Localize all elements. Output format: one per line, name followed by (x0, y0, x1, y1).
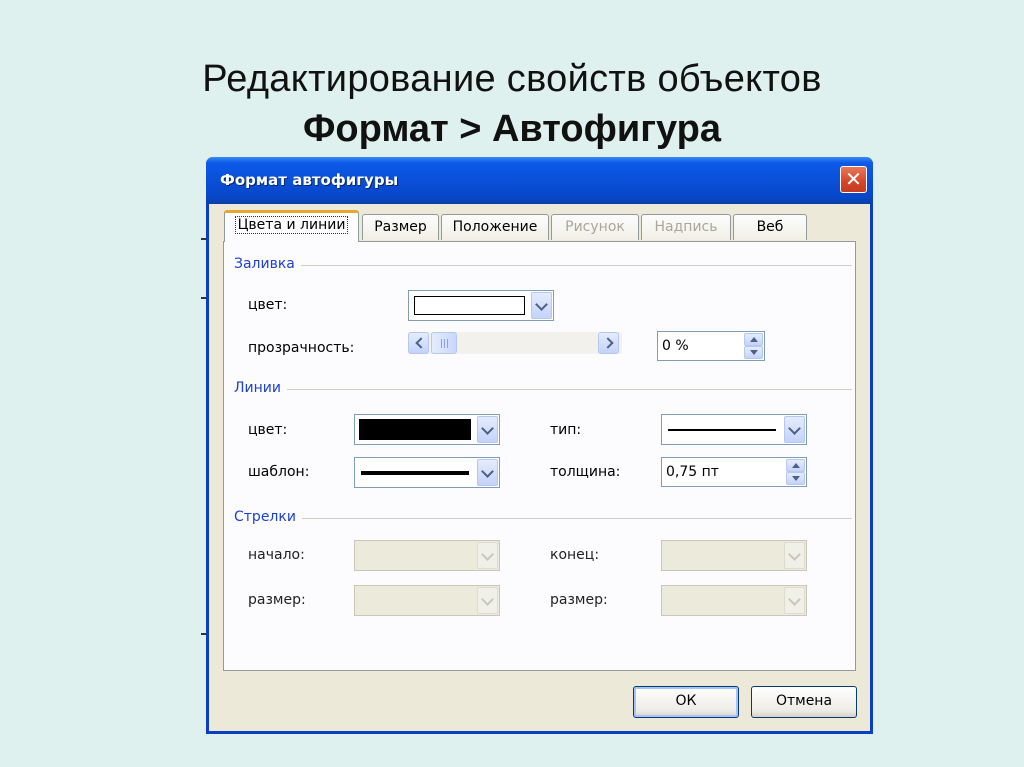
chevron-down-icon[interactable] (531, 292, 552, 319)
line-color-swatch (359, 419, 471, 440)
chevron-down-icon (477, 542, 498, 569)
tab-picture: Рисунок (551, 214, 639, 240)
tab-label: Размер (374, 219, 427, 235)
line-weight-value[interactable]: 0,75 пт (666, 464, 719, 480)
tab-label: Веб (756, 219, 784, 235)
close-icon: ✕ (845, 167, 862, 191)
tab-label: Положение (452, 219, 538, 235)
line-pattern-label: шаблон: (248, 464, 310, 480)
chevron-down-icon (784, 587, 805, 614)
dialog-title: Формат автофигуры (220, 171, 399, 189)
chevron-down-icon (784, 542, 805, 569)
group-divider (234, 518, 852, 519)
tab-colors-and-lines[interactable]: Цвета и линии (224, 210, 359, 242)
tab-size[interactable]: Размер (362, 214, 439, 240)
arrow-end-size-label: размер: (550, 592, 608, 608)
arrow-start-label: начало: (248, 547, 305, 563)
spin-up-icon[interactable] (786, 459, 805, 472)
spin-up-icon[interactable] (744, 333, 763, 346)
line-weight-spinner[interactable]: 0,75 пт (661, 457, 807, 487)
slider-thumb[interactable] (431, 332, 457, 354)
line-type-preview (668, 429, 776, 431)
fill-group-label: Заливка (234, 256, 301, 272)
line-color-label: цвет: (248, 422, 288, 438)
fill-color-swatch (414, 296, 525, 315)
chevron-down-icon[interactable] (477, 459, 498, 486)
format-autoshape-dialog: Формат автофигуры ✕ Цвета и линии Размер… (206, 157, 873, 734)
arrow-end-label: конец: (550, 547, 600, 563)
spin-down-icon[interactable] (786, 472, 805, 485)
arrow-end-size-select (661, 585, 807, 616)
slide-title-line2: Формат > Автофигура (302, 108, 722, 150)
fill-color-label: цвет: (248, 297, 288, 313)
close-button[interactable]: ✕ (840, 166, 867, 193)
line-weight-label: толщина: (550, 464, 621, 480)
cancel-button[interactable]: Отмена (751, 686, 857, 718)
arrow-start-size-label: размер: (248, 592, 306, 608)
tab-label: Рисунок (565, 219, 625, 235)
arrow-start-size-select (354, 585, 500, 616)
transparency-slider[interactable] (408, 332, 622, 354)
arrow-start-select (354, 540, 500, 571)
line-type-label: тип: (550, 422, 582, 438)
transparency-value[interactable]: 0 % (662, 338, 689, 354)
tab-web[interactable]: Веб (733, 214, 807, 240)
ok-button[interactable]: ОК (633, 686, 739, 718)
arrow-end-select (661, 540, 807, 571)
chevron-down-icon (477, 587, 498, 614)
line-pattern-preview (361, 471, 469, 475)
fill-color-select[interactable] (408, 290, 554, 321)
tab-text-box: Надпись (641, 214, 731, 240)
chevron-down-icon[interactable] (477, 416, 498, 443)
line-pattern-select[interactable] (354, 457, 500, 488)
arrow-left-icon (415, 337, 427, 349)
dialog-titlebar[interactable]: Формат автофигуры ✕ (206, 157, 873, 204)
arrow-right-icon (602, 337, 614, 349)
group-divider (234, 265, 852, 266)
arrows-group-label: Стрелки (234, 509, 302, 525)
transparency-label: прозрачность: (248, 340, 355, 356)
chevron-down-icon[interactable] (784, 416, 805, 443)
tab-label: Надпись (654, 219, 718, 235)
tab-label: Цвета и линии (234, 216, 349, 234)
tab-panel-colors-and-lines: Заливка цвет: прозрачность: 0 % Линии цв… (223, 241, 856, 671)
line-color-select[interactable] (354, 414, 500, 445)
tab-position[interactable]: Положение (441, 214, 549, 240)
transparency-spinner[interactable]: 0 % (657, 331, 765, 361)
slide-title-line1: Редактирование свойств объектов (202, 58, 822, 100)
slider-right-button[interactable] (598, 332, 619, 354)
spin-down-icon[interactable] (744, 346, 763, 359)
slider-left-button[interactable] (408, 332, 429, 354)
line-type-select[interactable] (661, 414, 807, 445)
group-divider (234, 389, 852, 390)
lines-group-label: Линии (234, 380, 287, 396)
